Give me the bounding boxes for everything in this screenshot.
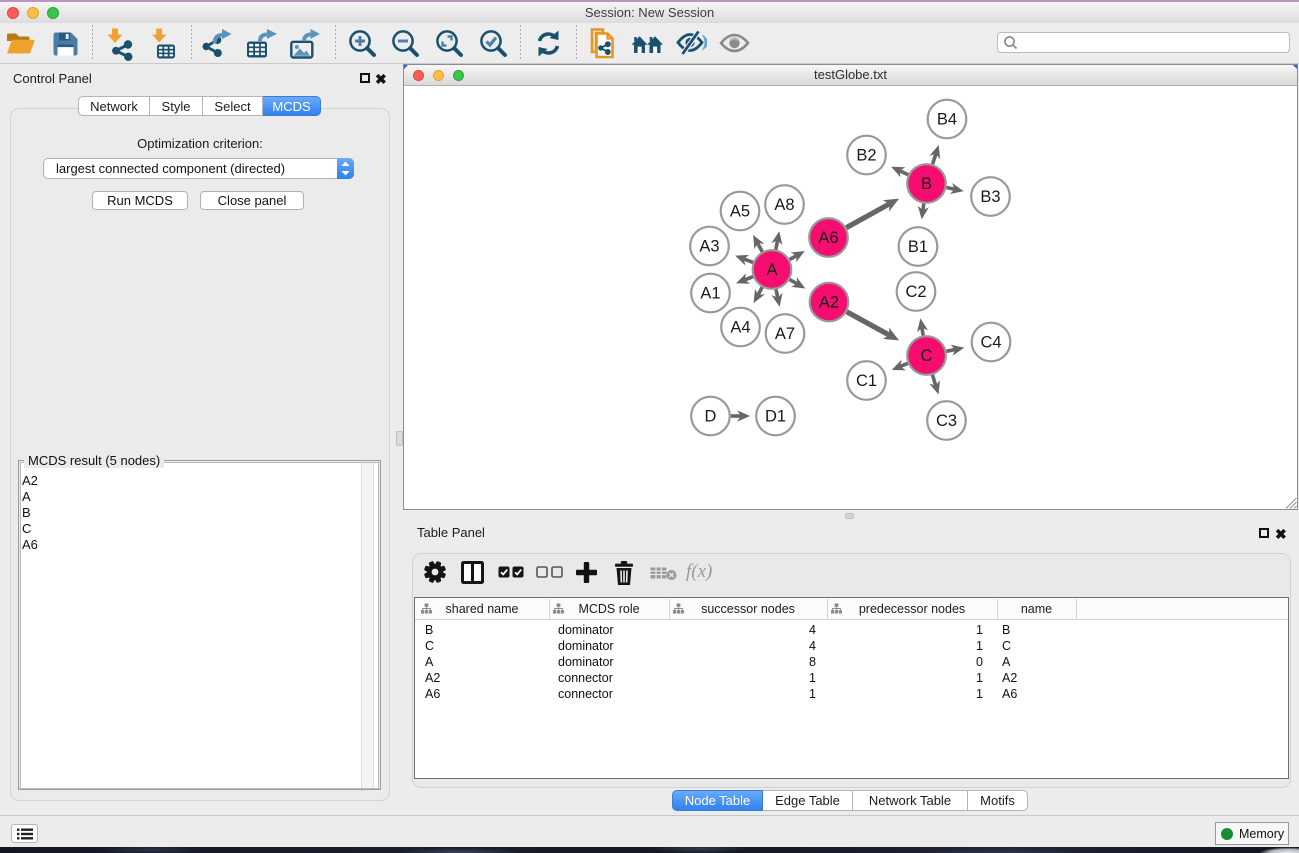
svg-text:C3: C3 <box>936 412 957 430</box>
svg-text:A8: A8 <box>774 196 794 214</box>
svg-text:A1: A1 <box>700 285 720 303</box>
svg-text:D1: D1 <box>765 408 786 426</box>
svg-text:C2: C2 <box>905 283 926 301</box>
svg-text:C1: C1 <box>856 372 877 390</box>
svg-text:B2: B2 <box>856 147 876 165</box>
svg-text:A5: A5 <box>730 203 750 221</box>
svg-text:C: C <box>921 347 933 365</box>
svg-text:B3: B3 <box>980 188 1000 206</box>
svg-text:B4: B4 <box>937 111 957 129</box>
svg-text:A3: A3 <box>699 238 719 256</box>
svg-text:B1: B1 <box>908 238 928 256</box>
svg-text:A: A <box>766 261 777 279</box>
svg-text:A4: A4 <box>730 319 750 337</box>
svg-text:D: D <box>705 408 717 426</box>
svg-text:A6: A6 <box>818 229 838 247</box>
svg-text:C4: C4 <box>980 334 1001 352</box>
svg-text:A7: A7 <box>775 325 795 343</box>
svg-text:A2: A2 <box>819 294 839 312</box>
svg-text:B: B <box>921 175 932 193</box>
